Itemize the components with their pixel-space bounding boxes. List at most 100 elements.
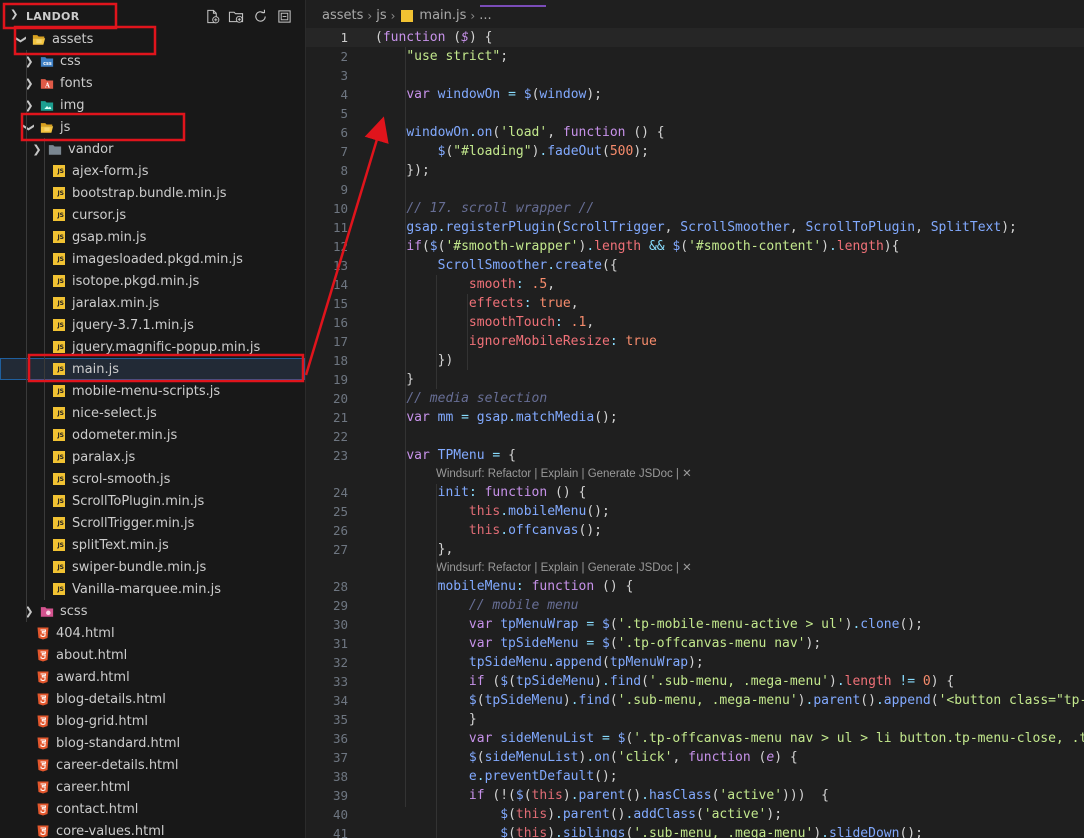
tree-item[interactable]: core-values.html: [0, 820, 305, 838]
tree-item[interactable]: ❯ img: [0, 94, 305, 116]
tree-item[interactable]: JS Vanilla-marquee.min.js: [0, 578, 305, 600]
chevron-right-icon[interactable]: ❯: [22, 77, 36, 90]
breadcrumb-js[interactable]: js: [376, 8, 386, 23]
tree-item[interactable]: JS ScrollToPlugin.min.js: [0, 490, 305, 512]
tree-item-label: cursor.js: [72, 207, 127, 223]
tree-item[interactable]: JS gsap.min.js: [0, 226, 305, 248]
code-line[interactable]: 36 var sideMenuList = $('.tp-offcanvas-m…: [306, 729, 1084, 748]
code-line[interactable]: 29 // mobile menu: [306, 596, 1084, 615]
code-line[interactable]: 11 gsap.registerPlugin(ScrollTrigger, Sc…: [306, 218, 1084, 237]
code-line[interactable]: 14 smooth: .5,: [306, 275, 1084, 294]
tree-item[interactable]: JS isotope.pkgd.min.js: [0, 270, 305, 292]
code-line[interactable]: 18 }): [306, 351, 1084, 370]
tree-item[interactable]: JS cursor.js: [0, 204, 305, 226]
code-line[interactable]: 13 ScrollSmoother.create({: [306, 256, 1084, 275]
code-line[interactable]: 3: [306, 66, 1084, 85]
chevron-right-icon[interactable]: ❯: [22, 99, 36, 112]
chevron-down-icon[interactable]: ❯: [23, 120, 36, 134]
code-line[interactable]: 30 var tpMenuWrap = $('.tp-mobile-menu-a…: [306, 615, 1084, 634]
tree-item[interactable]: JS mobile-menu-scripts.js: [0, 380, 305, 402]
code-line[interactable]: 40 $(this).parent().addClass('active');: [306, 805, 1084, 824]
code-line[interactable]: 15 effects: true,: [306, 294, 1084, 313]
tree-item[interactable]: 404.html: [0, 622, 305, 644]
code-lens-actions[interactable]: Windsurf: Refactor | Explain | Generate …: [436, 466, 692, 482]
refresh-icon[interactable]: [252, 8, 268, 24]
tree-item[interactable]: JS imagesloaded.pkgd.min.js: [0, 248, 305, 270]
code-line[interactable]: 1 (function ($) {: [306, 28, 1084, 47]
code-line[interactable]: 32 tpSideMenu.append(tpMenuWrap);: [306, 653, 1084, 672]
code-line[interactable]: 39 if (!($(this).parent().hasClass('acti…: [306, 786, 1084, 805]
tree-item[interactable]: blog-grid.html: [0, 710, 305, 732]
collapse-all-icon[interactable]: [276, 8, 292, 24]
tree-item[interactable]: ❯ assets: [0, 28, 305, 50]
tree-item[interactable]: JS jquery.magnific-popup.min.js: [0, 336, 305, 358]
code-line[interactable]: 19 }: [306, 370, 1084, 389]
tree-item[interactable]: contact.html: [0, 798, 305, 820]
chevron-right-icon[interactable]: ❯: [22, 55, 36, 68]
tree-item[interactable]: ❯ scss: [0, 600, 305, 622]
code-line[interactable]: 12 if($('#smooth-wrapper').length && $('…: [306, 237, 1084, 256]
code-line[interactable]: 4 var windowOn = $(window);: [306, 85, 1084, 104]
tree-item[interactable]: JS swiper-bundle.min.js: [0, 556, 305, 578]
code-line[interactable]: 2 "use strict";: [306, 47, 1084, 66]
code-line[interactable]: 17 ignoreMobileResize: true: [306, 332, 1084, 351]
code-line[interactable]: 16 smoothTouch: .1,: [306, 313, 1084, 332]
code-line[interactable]: 38 e.preventDefault();: [306, 767, 1084, 786]
tree-item[interactable]: JS main.js: [0, 358, 305, 380]
code-line[interactable]: 6 windowOn.on('load', function () {: [306, 123, 1084, 142]
tree-item[interactable]: ❯ js: [0, 116, 305, 138]
tree-item[interactable]: ❯ Afonts: [0, 72, 305, 94]
code-line[interactable]: 9: [306, 180, 1084, 199]
code-line[interactable]: 37 $(sideMenuList).on('click', function …: [306, 748, 1084, 767]
tree-item[interactable]: JS jquery-3.7.1.min.js: [0, 314, 305, 336]
code-line[interactable]: 22: [306, 427, 1084, 446]
code-line[interactable]: 21 var mm = gsap.matchMedia();: [306, 408, 1084, 427]
tree-item[interactable]: blog-details.html: [0, 688, 305, 710]
tree-item[interactable]: award.html: [0, 666, 305, 688]
breadcrumb-symbol[interactable]: ...: [479, 8, 491, 23]
code-line[interactable]: 8 });: [306, 161, 1084, 180]
code-lens-actions[interactable]: Windsurf: Refactor | Explain | Generate …: [436, 560, 692, 576]
code-line[interactable]: 33 if ($(tpSideMenu).find('.sub-menu, .m…: [306, 672, 1084, 691]
tree-item[interactable]: JS ajex-form.js: [0, 160, 305, 182]
tree-item[interactable]: JS jaralax.min.js: [0, 292, 305, 314]
code-line[interactable]: 7 $("#loading").fadeOut(500);: [306, 142, 1084, 161]
tree-item[interactable]: JS paralax.js: [0, 446, 305, 468]
code-line[interactable]: 35 }: [306, 710, 1084, 729]
chevron-down-icon[interactable]: ❯: [15, 32, 28, 46]
code-line[interactable]: 23 var TPMenu = {: [306, 446, 1084, 465]
code-line[interactable]: 24 init: function () {: [306, 483, 1084, 502]
tree-item[interactable]: about.html: [0, 644, 305, 666]
code-line[interactable]: 20 // media selection: [306, 389, 1084, 408]
code-line[interactable]: 25 this.mobileMenu();: [306, 502, 1084, 521]
tree-item[interactable]: JS ScrollTrigger.min.js: [0, 512, 305, 534]
code-editor[interactable]: assets › js › main.js › ... 1 (function (…: [306, 0, 1084, 838]
chevron-right-icon[interactable]: ❯: [22, 605, 36, 618]
tree-item[interactable]: JS scrol-smooth.js: [0, 468, 305, 490]
code-line[interactable]: 27 },: [306, 540, 1084, 559]
tree-item[interactable]: blog-standard.html: [0, 732, 305, 754]
code-line[interactable]: 5: [306, 104, 1084, 123]
tree-item[interactable]: JS nice-select.js: [0, 402, 305, 424]
tree-item[interactable]: JS odometer.min.js: [0, 424, 305, 446]
tree-item[interactable]: JS bootstrap.bundle.min.js: [0, 182, 305, 204]
tree-item[interactable]: JS splitText.min.js: [0, 534, 305, 556]
breadcrumb-assets[interactable]: assets: [322, 8, 363, 23]
tree-item[interactable]: career.html: [0, 776, 305, 798]
new-folder-icon[interactable]: [228, 8, 244, 24]
tree-item[interactable]: career-details.html: [0, 754, 305, 776]
chevron-right-icon[interactable]: ❯: [30, 143, 44, 156]
code-line[interactable]: 31 var tpSideMenu = $('.tp-offcanvas-men…: [306, 634, 1084, 653]
code-line[interactable]: 34 $(tpSideMenu).find('.sub-menu, .mega-…: [306, 691, 1084, 710]
breadcrumb-file[interactable]: main.js: [419, 8, 466, 23]
code-text: }): [375, 353, 454, 368]
tree-item[interactable]: ❯ css css: [0, 50, 305, 72]
new-file-icon[interactable]: [204, 8, 220, 24]
code-line[interactable]: 28 mobileMenu: function () {: [306, 577, 1084, 596]
code-line[interactable]: 41 $(this).siblings('.sub-menu, .mega-me…: [306, 824, 1084, 838]
line-number: 39: [332, 788, 348, 803]
code-line[interactable]: 10 // 17. scroll wrapper //: [306, 199, 1084, 218]
chevron-down-icon[interactable]: ❯: [10, 9, 18, 20]
tree-item[interactable]: ❯ vandor: [0, 138, 305, 160]
code-line[interactable]: 26 this.offcanvas();: [306, 521, 1084, 540]
